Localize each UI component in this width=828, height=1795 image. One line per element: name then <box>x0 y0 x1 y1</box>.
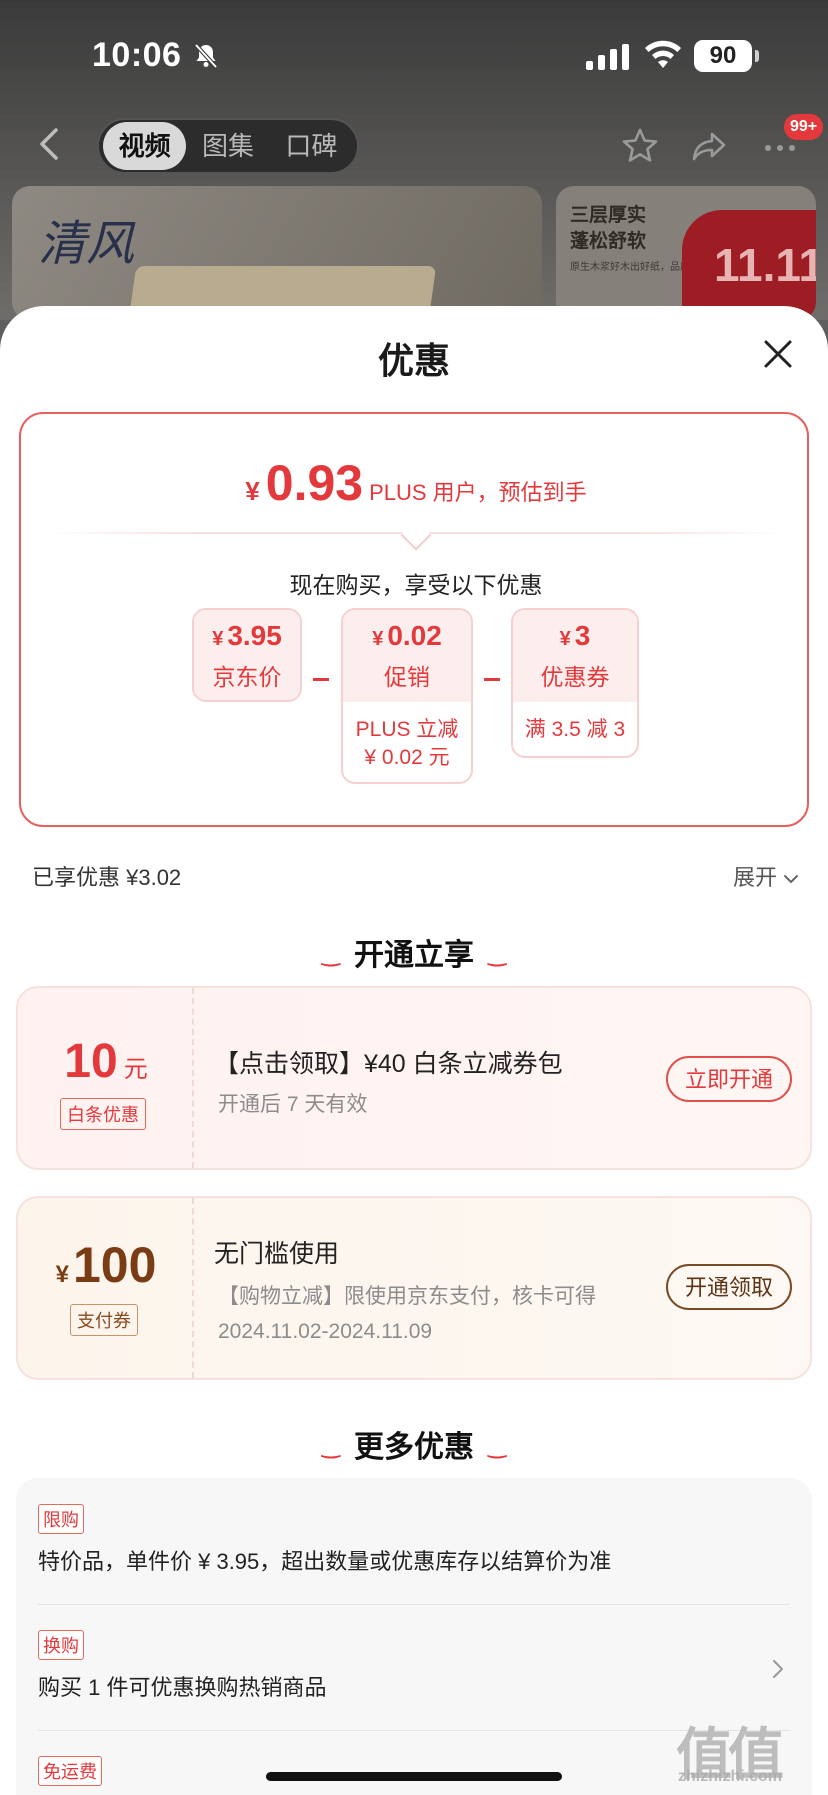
open-claim-button[interactable]: 开通领取 <box>666 1264 792 1310</box>
chevron-right-icon[interactable] <box>770 1658 786 1680</box>
breakdown-heading: 现在购买，享受以下优惠 <box>289 572 543 598</box>
banner-subtext: 原生木浆好木出好纸，品质 <box>570 262 690 273</box>
discount-sheet: 优惠 ¥0.93 PLUS 用户，预估到手 现在购买，享受以下优惠 ¥3.95 京… <box>0 306 828 1795</box>
item-tag: 限购 <box>38 1504 84 1534</box>
breakdown-label: 京东价 <box>212 664 282 690</box>
sheet-title: 优惠 <box>377 340 450 381</box>
silent-bell-icon <box>194 43 218 69</box>
smile-decoration-icon: ‿ <box>488 1433 507 1458</box>
section-title-more: ‿ 更多优惠 ‿ <box>321 1431 507 1464</box>
product-banner-secondary[interactable]: 三层厚实 蓬松舒软 原生木浆好木出好纸，品质 11.11 <box>556 186 816 320</box>
product-banner-main[interactable]: 清风 <box>12 186 542 320</box>
coupon-tag: 白条优惠 <box>60 1098 146 1130</box>
breakdown-value: 3.95 <box>227 620 282 651</box>
coupon-amount: ¥100 <box>55 1237 157 1293</box>
status-time: 10:06 <box>92 36 182 74</box>
estimated-price: ¥0.93 PLUS 用户，预估到手 <box>21 454 811 512</box>
coupon-title: 无门槛使用 <box>214 1240 340 1268</box>
share-icon[interactable] <box>690 126 730 166</box>
open-now-button[interactable]: 立即开通 <box>666 1056 792 1102</box>
close-icon[interactable] <box>760 336 796 372</box>
item-tag: 免运费 <box>38 1756 102 1786</box>
estimated-price-card: ¥0.93 PLUS 用户，预估到手 现在购买，享受以下优惠 ¥3.95 京东价 … <box>19 412 809 827</box>
breakdown-detail: PLUS 立减 ¥ 0.02 元 <box>355 718 459 769</box>
divider <box>38 1604 790 1605</box>
status-bar: 10:06 90 <box>0 0 828 110</box>
coupon-date: 2024.11.02-2024.11.09 <box>218 1320 433 1343</box>
item-tag: 换购 <box>38 1630 84 1660</box>
price-note: PLUS 用户，预估到手 <box>369 480 587 505</box>
coupon-tag: 支付券 <box>70 1304 138 1336</box>
coupon-title: 【点击领取】¥40 白条立减券包 <box>214 1050 563 1078</box>
expand-toggle[interactable]: 展开 <box>733 860 799 892</box>
site-watermark-url: zhizhizhi.com <box>678 1768 782 1785</box>
divider-notch <box>400 519 432 551</box>
wifi-icon <box>645 40 681 68</box>
list-item: 限购 特价品，单件价 ¥ 3.95，超出数量或优惠库存以结算价为准 <box>38 1504 794 1576</box>
tab-gallery[interactable]: 图集 <box>186 122 269 170</box>
breakdown-label: 促销 <box>384 664 430 690</box>
cellular-signal-icon <box>586 44 629 70</box>
minus-sign <box>484 678 500 681</box>
coupon-desc: 开通后 7 天有效 <box>218 1093 368 1116</box>
smile-decoration-icon: ‿ <box>321 941 340 966</box>
more-badge: 99+ <box>784 114 824 140</box>
background-app: 10:06 90 视频 图集 口碑 99+ 清风 三层厚实 蓬松舒软 原生木浆好… <box>0 0 828 320</box>
expand-label: 展开 <box>733 865 778 890</box>
promo-1111-badge: 11.11 <box>682 210 816 320</box>
smile-decoration-icon: ‿ <box>321 1433 340 1458</box>
breakdown-detail: 满 3.5 减 3 <box>524 718 626 741</box>
list-item[interactable]: 换购 购买 1 件可优惠换购热销商品 <box>38 1630 794 1702</box>
breakdown-value: 0.02 <box>387 620 442 651</box>
battery-indicator: 90 <box>694 40 759 72</box>
tab-reviews[interactable]: 口碑 <box>270 122 353 170</box>
item-text: 特价品，单件价 ¥ 3.95，超出数量或优惠库存以结算价为准 <box>38 1549 612 1574</box>
coupon-amount: 10 元 <box>64 1035 148 1088</box>
tab-video[interactable]: 视频 <box>103 122 187 170</box>
breakdown-value: 3 <box>574 620 591 651</box>
coupon-desc: 【购物立减】限使用京东支付，核卡可得 <box>218 1285 596 1308</box>
enjoyed-discount-total: 已享优惠 ¥3.02 <box>32 865 182 890</box>
section-title-open: ‿ 开通立享 ‿ <box>321 939 507 972</box>
payment-coupon-card[interactable]: ¥100 支付券 无门槛使用 【购物立减】限使用京东支付，核卡可得 2024.1… <box>16 1196 812 1380</box>
baitiao-coupon-card[interactable]: 10 元 白条优惠 【点击领取】¥40 白条立减券包 开通后 7 天有效 立即开通 <box>16 986 812 1170</box>
breakdown-coupon: ¥3 优惠券 满 3.5 减 3 <box>511 608 639 758</box>
media-tab-switcher: 视频 图集 口碑 <box>97 118 359 174</box>
item-text: 购买 1 件可优惠换购热销商品 <box>38 1675 327 1700</box>
price-value: 0.93 <box>265 455 364 511</box>
smile-decoration-icon: ‿ <box>488 941 507 966</box>
minus-sign <box>313 678 329 681</box>
banner-headline: 三层厚实 蓬松舒软 <box>570 204 647 252</box>
favorite-star-icon[interactable] <box>620 126 660 166</box>
home-indicator <box>266 1772 562 1781</box>
brand-logo: 清风 <box>38 216 135 272</box>
top-nav: 视频 图集 口碑 99+ <box>0 112 828 182</box>
breakdown-promotion: ¥0.02 促销 PLUS 立减 ¥ 0.02 元 <box>341 608 473 784</box>
price-currency: ¥ <box>245 476 260 506</box>
chevron-down-icon <box>784 875 799 884</box>
breakdown-label: 优惠券 <box>540 664 610 690</box>
back-arrow-icon[interactable] <box>34 126 64 162</box>
breakdown-jd-price: ¥3.95 京东价 <box>192 608 302 702</box>
